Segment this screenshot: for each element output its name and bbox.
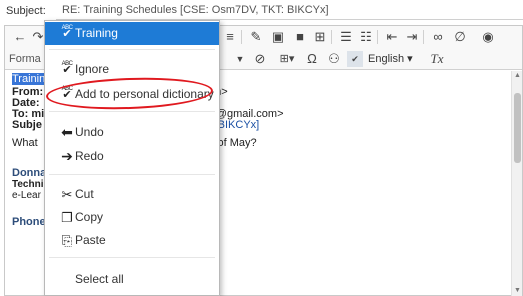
undo-toolbar-icon[interactable]: ← (13, 29, 27, 45)
clipboard-icon: ⎘ (61, 233, 73, 248)
image-icon[interactable]: ▣ (271, 29, 285, 45)
scroll-down-arrow-icon[interactable]: ▼ (514, 287, 521, 294)
body-start: What (12, 137, 38, 149)
subject-row: Subject: RE: Training Schedules [CSE: Os… (0, 0, 523, 22)
menu-item-label: Paste (75, 233, 106, 247)
special-char-icon[interactable]: Ω (305, 51, 319, 67)
phone-label: Phone (12, 216, 46, 228)
language-dropdown[interactable]: English ▾ (368, 51, 418, 67)
spellcheck-icon: ABC ✔ (61, 25, 73, 40)
toolbar-divider (241, 30, 242, 44)
menu-item-label: Training (75, 26, 118, 40)
redo-arrow-icon: ➔ (61, 148, 73, 164)
remove-format-icon[interactable]: ⊘ (253, 51, 267, 67)
table-icon[interactable]: ⊞ (313, 29, 327, 45)
menu-item-redo[interactable]: ➔ Redo (45, 145, 219, 168)
preview-eye-icon[interactable]: ◉ (481, 29, 495, 45)
redo-toolbar-icon[interactable]: ↷ (31, 29, 45, 45)
unlink-icon[interactable]: ∅ (453, 29, 467, 45)
menu-divider (49, 174, 215, 175)
spellcheck-icon: ABC ✔ (61, 61, 73, 76)
language-label: English (368, 53, 405, 65)
undo-arrow-icon: ⬅ (61, 124, 73, 140)
indent-icon[interactable]: ⇥ (405, 29, 419, 45)
menu-item-paste[interactable]: ⎘ Paste (45, 229, 219, 252)
signature-name: Donna (12, 167, 47, 179)
menu-item-cut[interactable]: ✂ Cut (45, 183, 219, 206)
menu-item-label: Undo (75, 125, 104, 139)
bulleted-list-icon[interactable]: ☰ (339, 29, 353, 45)
context-menu: ABC ✔ Training ABC ✔ Ignore ABC ✔ Add to pe… (44, 20, 220, 296)
outdent-icon[interactable]: ⇤ (385, 29, 399, 45)
signature-org: e-Lear (12, 190, 41, 201)
scroll-up-arrow-icon[interactable]: ▲ (514, 72, 521, 79)
scissors-icon: ✂ (61, 187, 73, 202)
menu-divider (49, 111, 215, 112)
numbered-list-icon[interactable]: ☷ (359, 29, 373, 45)
copy-icon: ❐ (61, 210, 73, 225)
menu-item-label: Select all (75, 272, 124, 286)
hyperlink-icon[interactable]: ∞ (431, 29, 445, 45)
toolbar-divider (377, 30, 378, 44)
subject-label: Subject: (6, 5, 46, 17)
menu-item-select-all[interactable]: Select all (45, 268, 219, 291)
toolbar-divider (423, 30, 424, 44)
scrollbar-thumb[interactable] (514, 93, 521, 163)
vertical-scrollbar[interactable]: ▲ ▼ (511, 71, 522, 296)
menu-item-undo[interactable]: ⬅ Undo (45, 121, 219, 144)
flash-icon[interactable]: ■ (293, 29, 307, 45)
toolbar-divider (331, 30, 332, 44)
signature-title: Techni (12, 179, 44, 190)
menu-item-copy[interactable]: ❐ Copy (45, 206, 219, 229)
chevron-down-icon[interactable]: ▼ (235, 51, 245, 67)
menu-divider (49, 257, 215, 258)
align-justify-icon[interactable]: ≡ (223, 29, 237, 45)
table-insert-icon[interactable]: ⊞▾ (275, 51, 299, 67)
selected-word: Trainin (12, 73, 46, 85)
menu-item-label: Cut (75, 187, 94, 201)
subject-input[interactable]: RE: Training Schedules [CSE: Osm7DV, TKT… (56, 3, 523, 20)
menu-item-label: Redo (75, 149, 104, 163)
find-binoculars-icon[interactable]: ⚇ (327, 51, 341, 67)
link-icon[interactable]: ✎ (249, 29, 263, 45)
subject-label-quoted: Subje (12, 119, 42, 131)
format-dropdown[interactable]: Forma (9, 51, 41, 67)
menu-item-label: Ignore (75, 62, 110, 76)
menu-item-suggestion[interactable]: ABC ✔ Training (45, 22, 219, 45)
spellcheck-toggle-icon[interactable]: ✔ (347, 51, 363, 67)
menu-divider (49, 49, 215, 50)
menu-item-label: Copy (75, 210, 104, 224)
clear-format-icon[interactable]: Tx (429, 51, 445, 67)
